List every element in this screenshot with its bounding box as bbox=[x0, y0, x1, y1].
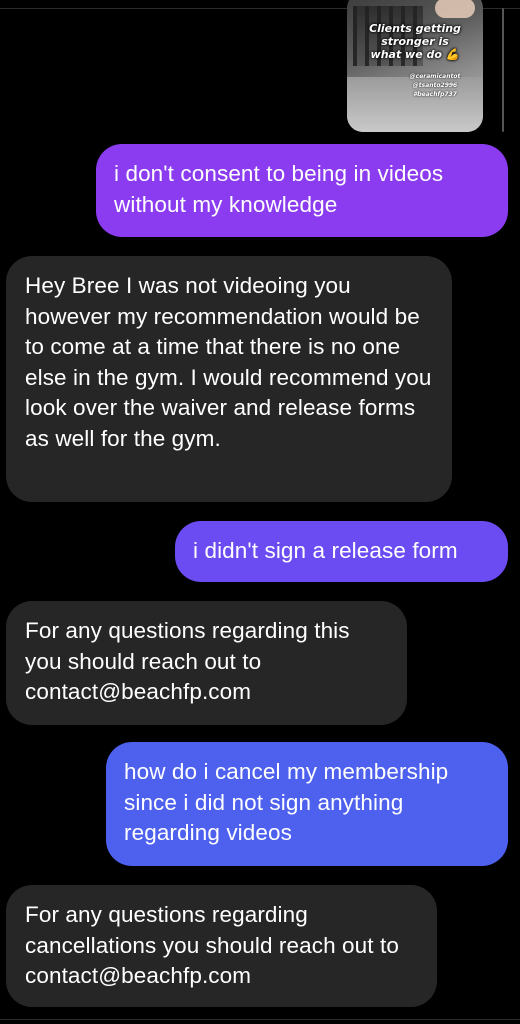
outgoing-message[interactable]: how do i cancel my membership since i di… bbox=[106, 742, 508, 866]
story-reply-thumbnail[interactable]: Clients getting stronger is what we do 💪… bbox=[347, 0, 483, 132]
incoming-message[interactable]: For any questions regarding cancellation… bbox=[6, 885, 437, 1007]
story-tags: @ceramicantot @tsanto2996 #beachfp737 bbox=[347, 72, 483, 99]
scroll-indicator bbox=[502, 8, 504, 132]
incoming-message[interactable]: For any questions regarding this you sho… bbox=[6, 601, 407, 725]
outgoing-message[interactable]: i didn't sign a release form bbox=[175, 521, 508, 582]
dm-conversation: Clients getting stronger is what we do 💪… bbox=[0, 0, 520, 1024]
outgoing-message[interactable]: i don't consent to being in videos witho… bbox=[96, 144, 508, 237]
story-caption: Clients getting stronger is what we do 💪 bbox=[347, 22, 483, 61]
incoming-message[interactable]: Hey Bree I was not videoing you however … bbox=[6, 256, 452, 502]
flexed-biceps-icon: 💪 bbox=[445, 48, 460, 61]
story-tag: @ceramicantot bbox=[409, 73, 461, 80]
hand-image bbox=[435, 0, 475, 18]
story-tag: #beachfp737 bbox=[413, 91, 457, 98]
story-tag: @tsanto2996 bbox=[412, 82, 458, 89]
bottom-divider bbox=[0, 1019, 520, 1020]
